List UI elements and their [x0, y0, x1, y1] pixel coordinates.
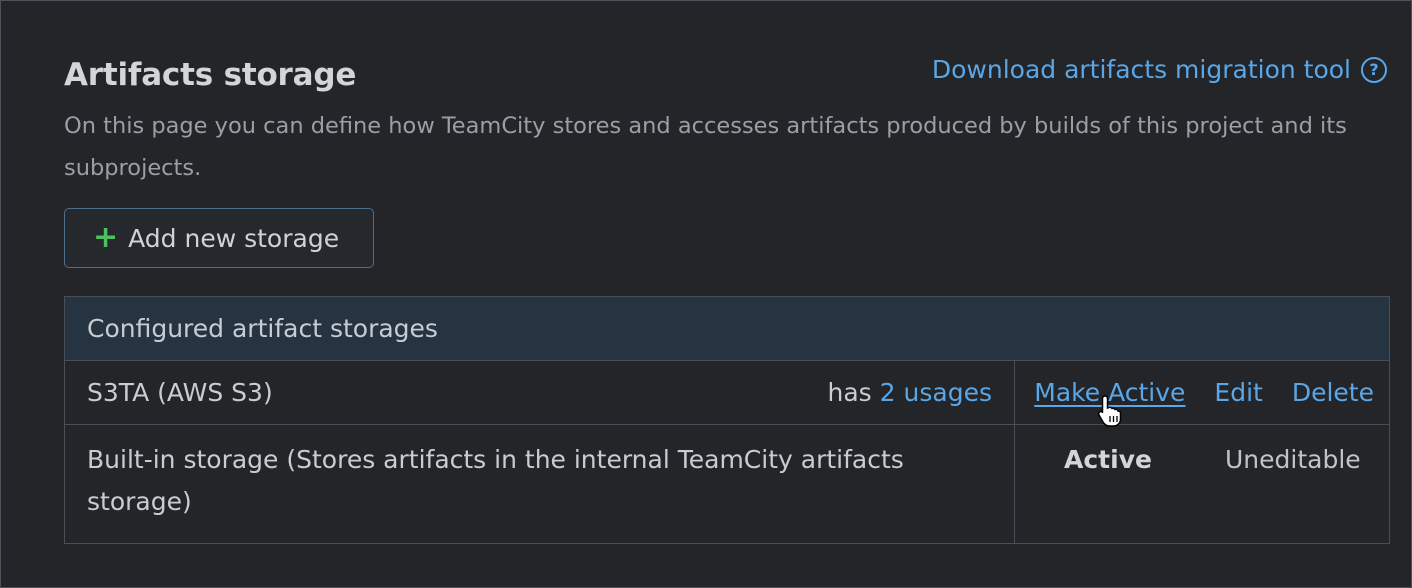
storage-name: S3TA (AWS S3)	[87, 378, 273, 407]
table-row: S3TA (AWS S3) has 2 usages Make Active E…	[64, 360, 1390, 427]
artifacts-storage-panel: Artifacts storage Download artifacts mig…	[0, 0, 1412, 588]
help-icon[interactable]: ?	[1361, 56, 1387, 83]
migration-tool-area: Download artifacts migration tool ?	[932, 55, 1387, 84]
add-new-storage-label: Add new storage	[128, 223, 340, 253]
edit-link[interactable]: Edit	[1214, 378, 1262, 407]
storage-actions-cell: Make Active Edit Delete	[1014, 360, 1390, 427]
hand-cursor-icon	[1098, 395, 1122, 427]
download-migration-tool-link[interactable]: Download artifacts migration tool	[932, 55, 1351, 84]
plus-icon: +	[93, 220, 119, 255]
delete-link[interactable]: Delete	[1292, 378, 1374, 407]
usages-link[interactable]: 2 usages	[880, 378, 992, 407]
storages-table-header: Configured artifact storages	[64, 296, 1390, 361]
storage-status-cell: Active Uneditable	[1014, 424, 1390, 544]
uneditable-status: Uneditable	[1225, 445, 1361, 474]
usage-prefix: has	[827, 378, 872, 407]
page-title: Artifacts storage	[64, 57, 357, 93]
active-status: Active	[1064, 445, 1152, 474]
page-description: On this page you can define how TeamCity…	[64, 113, 1347, 181]
storages-table: Configured artifact storages S3TA (AWS S…	[64, 296, 1390, 544]
table-row: Built-in storage (Stores artifacts in th…	[64, 424, 1390, 544]
storage-name: Built-in storage (Stores artifacts in th…	[64, 424, 1015, 544]
storage-name-cell: S3TA (AWS S3) has 2 usages	[64, 360, 1015, 425]
make-active-link[interactable]: Make Active	[1034, 378, 1185, 427]
usage-info: has 2 usages	[828, 378, 992, 407]
add-new-storage-button[interactable]: + Add new storage	[64, 208, 374, 268]
